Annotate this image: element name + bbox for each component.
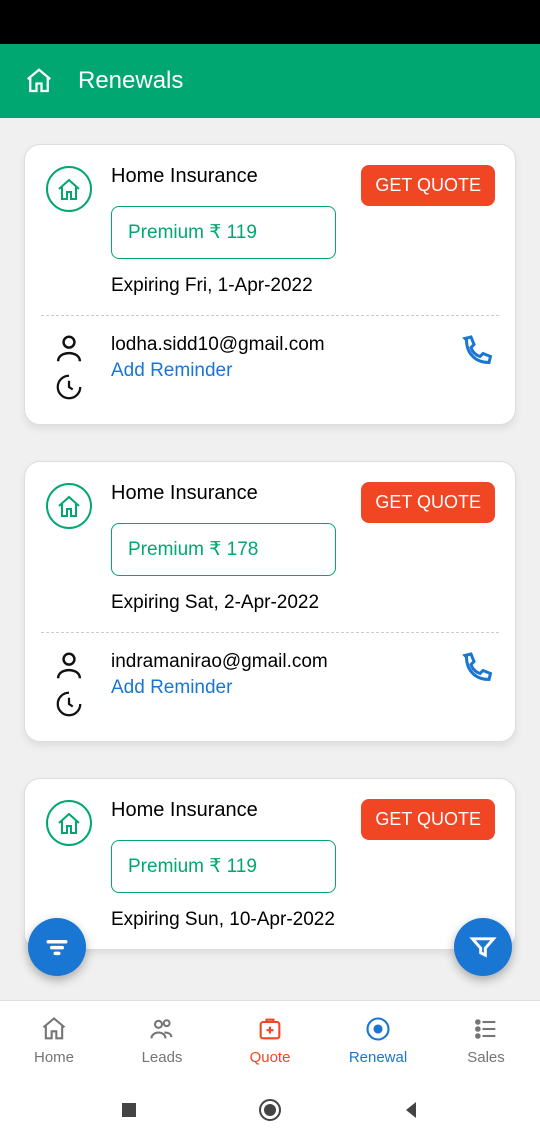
insurance-title: Home Insurance [111,799,349,822]
nav-quote[interactable]: Quote [216,1015,324,1066]
clock-icon [54,372,84,402]
filter-fab-right[interactable] [454,918,512,976]
get-quote-button[interactable]: GET QUOTE [361,165,495,206]
home-nav-icon [40,1015,68,1043]
nav-sales[interactable]: Sales [432,1015,540,1066]
expiry-text: Expiring Fri, 1-Apr-2022 [111,275,495,297]
insurance-title: Home Insurance [111,482,349,505]
app-header: Renewals [0,44,540,118]
quote-nav-icon [256,1015,284,1043]
clock-icon [54,689,84,719]
nav-label: Renewal [349,1049,407,1066]
add-reminder-link[interactable]: Add Reminder [111,677,441,699]
bottom-nav: Home Leads Quote Renewal Sales [0,1000,540,1080]
get-quote-button[interactable]: GET QUOTE [361,799,495,840]
funnel-icon [469,933,497,961]
get-quote-button[interactable]: GET QUOTE [361,482,495,523]
home-insurance-icon [45,799,93,847]
recent-apps-icon[interactable] [119,1100,139,1120]
phone-icon[interactable] [459,334,495,370]
premium-badge: Premium ₹ 178 [111,523,336,576]
back-icon[interactable] [401,1100,421,1120]
renewal-card: Home Insurance GET QUOTE Premium ₹ 119 E… [24,778,516,950]
nav-leads[interactable]: Leads [108,1015,216,1066]
sales-nav-icon [472,1015,500,1043]
nav-label: Sales [467,1049,505,1066]
content-area: Home Insurance GET QUOTE Premium ₹ 119 E… [0,118,540,1000]
nav-home[interactable]: Home [0,1015,108,1066]
nav-label: Home [34,1049,74,1066]
renewal-card: Home Insurance GET QUOTE Premium ₹ 119 E… [24,144,516,425]
status-bar [0,0,540,44]
phone-icon[interactable] [459,651,495,687]
contact-email: lodha.sidd10@gmail.com [111,334,441,356]
person-icon [52,651,86,681]
filter-fab-left[interactable] [28,918,86,976]
home-icon[interactable] [24,66,54,96]
nav-label: Leads [142,1049,183,1066]
contact-email: indramanirao@gmail.com [111,651,441,673]
leads-nav-icon [148,1015,176,1043]
home-insurance-icon [45,482,93,530]
person-icon [52,334,86,364]
expiry-text: Expiring Sun, 10-Apr-2022 [111,909,495,931]
renewal-card: Home Insurance GET QUOTE Premium ₹ 178 E… [24,461,516,742]
page-title: Renewals [78,67,183,95]
home-system-icon[interactable] [258,1098,282,1122]
nav-label: Quote [250,1049,291,1066]
nav-renewal[interactable]: Renewal [324,1015,432,1066]
premium-badge: Premium ₹ 119 [111,840,336,893]
expiry-text: Expiring Sat, 2-Apr-2022 [111,592,495,614]
premium-badge: Premium ₹ 119 [111,206,336,259]
add-reminder-link[interactable]: Add Reminder [111,360,441,382]
system-nav [0,1080,540,1140]
filter-lines-icon [43,933,71,961]
insurance-title: Home Insurance [111,165,349,188]
home-insurance-icon [45,165,93,213]
renewal-nav-icon [364,1015,392,1043]
